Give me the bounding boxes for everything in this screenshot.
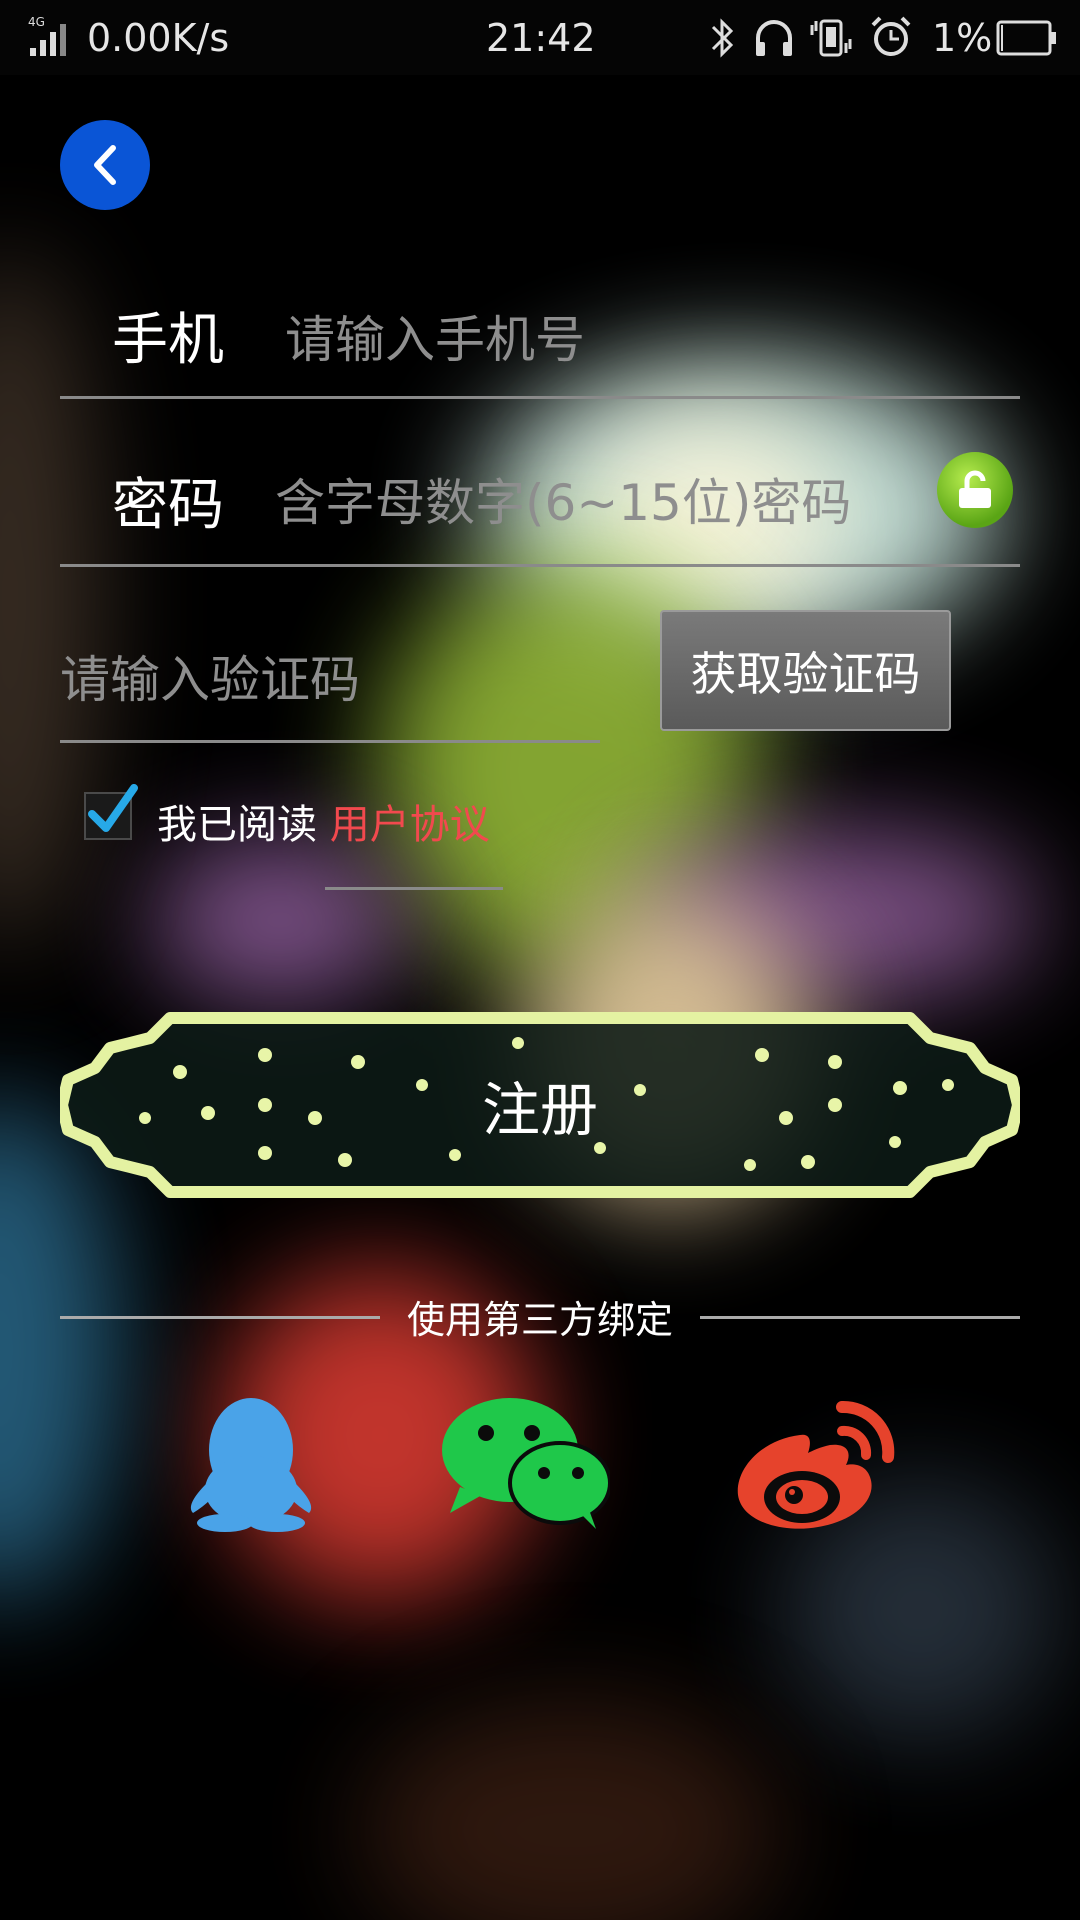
headphone-icon <box>756 20 792 56</box>
blurred-background <box>0 0 1080 1920</box>
verify-underline <box>60 740 600 743</box>
weibo-icon <box>737 1401 895 1529</box>
signal-icon: 4G <box>28 15 66 56</box>
password-visibility-toggle[interactable] <box>937 452 1013 528</box>
chevron-left-icon <box>94 145 116 185</box>
back-button[interactable] <box>60 120 150 210</box>
third-party-divider: 使用第三方绑定 <box>60 1290 1020 1350</box>
password-underline <box>60 564 1020 567</box>
network-speed: 0.00K/s <box>87 16 230 60</box>
clock: 21:42 <box>486 16 596 60</box>
phone-label: 手机 <box>112 308 224 373</box>
unlock-icon <box>959 470 991 508</box>
alarm-icon <box>871 16 911 56</box>
agreement-underline <box>325 887 503 890</box>
bluetooth-icon <box>711 18 734 58</box>
phone-underline <box>60 396 1020 399</box>
phone-input[interactable]: 请输入手机号 <box>285 300 585 372</box>
wechat-login-button[interactable] <box>440 1395 612 1539</box>
password-input[interactable]: 含字母数字(6~15位)密码 <box>275 463 851 535</box>
qq-login-button[interactable] <box>183 1395 319 1539</box>
status-bar: 4G 0.00K/s 21:42 1% <box>0 0 1080 75</box>
register-button[interactable]: 注册 <box>60 1010 1020 1200</box>
get-code-button[interactable]: 获取验证码 <box>660 610 951 731</box>
weibo-login-button[interactable] <box>730 1395 900 1539</box>
register-label: 注册 <box>481 1076 598 1144</box>
divider-line-right <box>700 1316 1020 1319</box>
network-type: 4G <box>28 15 45 29</box>
agree-checkbox[interactable] <box>84 784 138 840</box>
wechat-icon <box>442 1398 612 1529</box>
battery-percent: 1% <box>932 16 993 60</box>
password-label: 密码 <box>112 473 224 538</box>
agreement-prefix: 我已阅读 <box>157 802 317 848</box>
vibrate-icon <box>810 19 852 57</box>
battery-icon <box>996 20 1056 56</box>
qq-icon <box>190 1398 312 1532</box>
checkmark-icon <box>88 784 138 832</box>
user-agreement-link[interactable]: 用户协议 <box>330 802 490 848</box>
verify-code-input[interactable]: 请输入验证码 <box>60 640 360 712</box>
agreement-text: 我已阅读 用户协议 <box>157 792 490 850</box>
third-party-title: 使用第三方绑定 <box>406 1298 673 1342</box>
